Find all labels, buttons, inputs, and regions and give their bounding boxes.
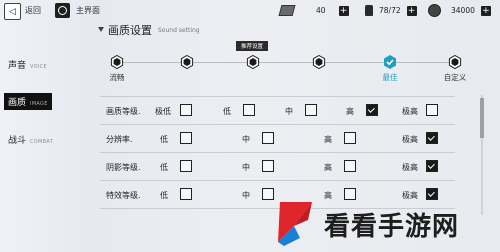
tab-combat[interactable]: 战斗 COMBAT <box>8 133 53 146</box>
scrollbar-thumb[interactable] <box>480 98 484 138</box>
hexagon-icon <box>312 54 326 70</box>
tab-voice-label: 声音 <box>8 61 27 71</box>
resolution-checkbox[interactable] <box>344 132 356 144</box>
tab-voice-sub: VOICE <box>30 64 47 70</box>
tab-image-sub: IMAGE <box>30 101 48 107</box>
row-divider <box>100 152 455 153</box>
option-label: 高 <box>346 107 354 116</box>
option-label: 极高 <box>402 163 418 172</box>
preset-label-custom: 自定义 <box>443 73 467 82</box>
resolution-checkbox[interactable] <box>426 132 438 144</box>
effect-level-checkbox[interactable] <box>180 188 192 200</box>
row-label-resolution: 分辨率. <box>106 135 133 144</box>
quality-level-checkbox[interactable] <box>180 104 192 116</box>
watermark: 看看手游网 <box>272 198 496 248</box>
back-label[interactable]: 返回 <box>25 5 41 16</box>
option-label: 中 <box>242 135 250 144</box>
fuel-value: 78/72 <box>379 6 401 15</box>
coin-icon <box>428 4 441 17</box>
add-supply-button[interactable]: + <box>338 5 349 16</box>
option-label: 极低 <box>155 107 171 116</box>
supply-value: 40 <box>316 6 326 15</box>
back-arrow-icon: ◁ <box>9 6 16 17</box>
tab-combat-label: 战斗 <box>8 136 27 146</box>
resolution-checkbox[interactable] <box>262 132 274 144</box>
watermark-logo-icon <box>278 202 312 246</box>
preset-node-preset-4[interactable] <box>311 54 327 70</box>
fuel-icon <box>365 5 373 16</box>
check-hexagon-icon <box>384 55 396 69</box>
quality-level-checkbox[interactable] <box>243 104 255 116</box>
option-label: 中 <box>242 163 250 172</box>
add-coin-button[interactable]: + <box>480 5 491 16</box>
hexagon-icon <box>180 54 194 70</box>
back-button[interactable]: ◁ <box>4 3 21 20</box>
shadow-level-checkbox[interactable] <box>426 160 438 172</box>
shadow-level-checkbox[interactable] <box>344 160 356 172</box>
quality-level-checkbox[interactable] <box>426 104 438 116</box>
fuel-resource: 78/72 + <box>365 4 417 17</box>
option-label: 低 <box>160 135 168 144</box>
supply-pack-icon <box>278 5 296 16</box>
preset-node-preset-3[interactable] <box>245 54 261 70</box>
tab-image-label: 画质 <box>8 98 27 108</box>
hexagon-icon <box>110 54 124 70</box>
home-label[interactable]: 主界面 <box>76 5 100 16</box>
row-divider <box>100 180 455 181</box>
option-label: 中 <box>285 107 293 116</box>
collapse-triangle-icon[interactable] <box>98 27 104 32</box>
preset-label-best: 最佳 <box>382 73 398 82</box>
coin-resource: 34000 + <box>428 4 491 17</box>
preset-node-smooth[interactable] <box>109 54 125 70</box>
option-label: 极高 <box>402 135 418 144</box>
coin-value: 34000 <box>451 6 475 15</box>
home-ring-icon <box>58 6 67 15</box>
option-label: 低 <box>160 163 168 172</box>
option-label: 低 <box>160 191 168 200</box>
hexagon-icon <box>448 54 462 70</box>
preset-node-preset-2[interactable] <box>179 54 195 70</box>
preset-label-smooth: 流畅 <box>109 73 125 82</box>
option-label: 中 <box>242 191 250 200</box>
option-label: 低 <box>223 107 231 116</box>
shadow-level-checkbox[interactable] <box>262 160 274 172</box>
hexagon-icon <box>246 54 260 70</box>
preset-node-custom[interactable] <box>447 54 463 70</box>
tab-voice[interactable]: 声音 VOICE <box>8 58 47 71</box>
top-bar: ◁ 返回 主界面 40 + 78/72 + 34000 + <box>0 0 500 22</box>
recommended-tooltip: 推荐设置 <box>236 41 269 51</box>
resolution-checkbox[interactable] <box>180 132 192 144</box>
watermark-text: 看看手游网 <box>324 212 460 242</box>
tab-combat-sub: COMBAT <box>30 139 54 145</box>
preset-node-best[interactable] <box>382 54 398 70</box>
option-label: 高 <box>324 163 332 172</box>
row-label-shadow-level: 阴影等级. <box>106 163 141 172</box>
section-subtitle: Sound setting <box>158 27 200 34</box>
shadow-level-checkbox[interactable] <box>180 160 192 172</box>
section-title: 画质设置 <box>108 24 152 37</box>
quality-level-checkbox[interactable] <box>366 104 378 116</box>
add-fuel-button[interactable]: + <box>406 5 417 16</box>
row-divider <box>100 124 455 125</box>
row-label-effect-level: 特效等级. <box>106 191 141 200</box>
tab-image[interactable]: 画质 IMAGE <box>4 93 52 110</box>
option-label: 极高 <box>402 107 418 116</box>
preset-track <box>115 62 455 63</box>
row-label-quality-level: 画质等级. <box>106 107 141 116</box>
option-label: 高 <box>324 135 332 144</box>
row-divider <box>100 96 455 97</box>
supply-resource: 40 + <box>278 4 349 17</box>
quality-level-checkbox[interactable] <box>305 104 317 116</box>
home-button[interactable] <box>55 3 70 18</box>
